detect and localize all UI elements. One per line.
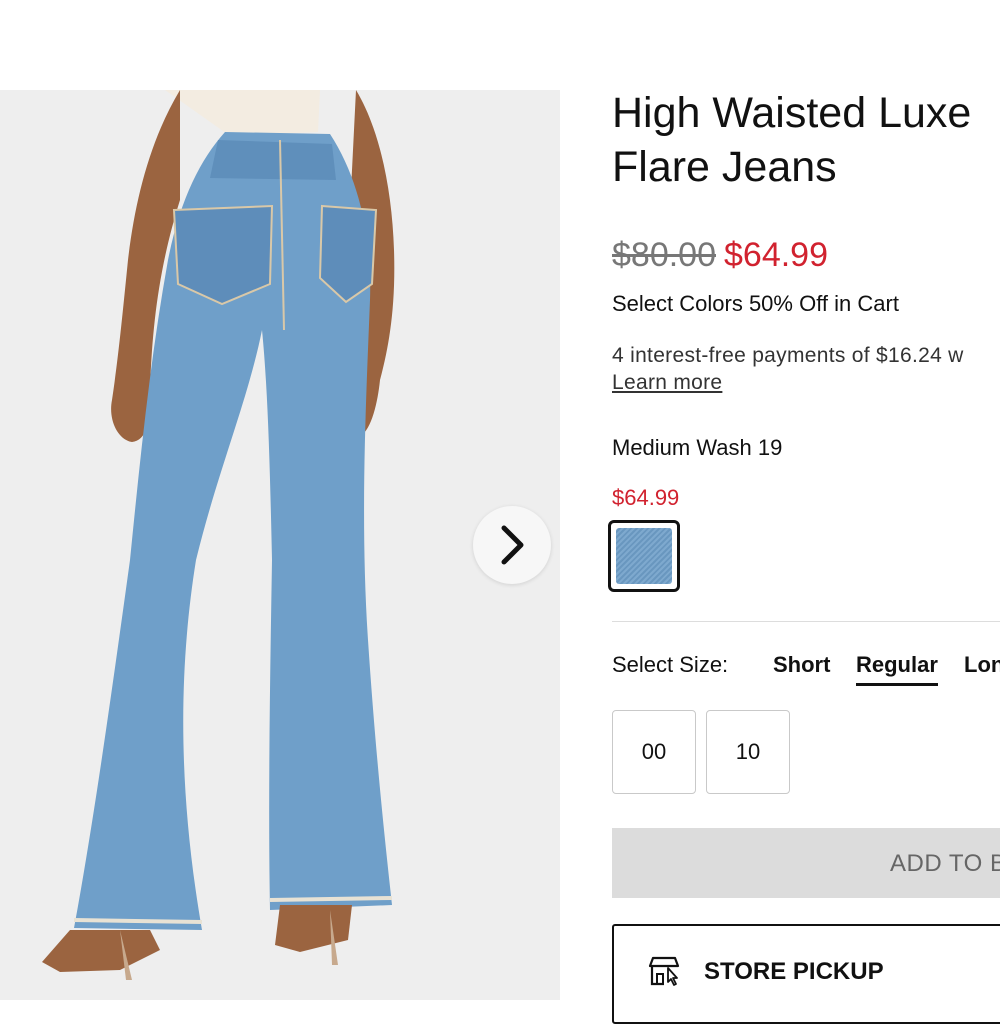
size-fit-row: Select Size: Short Regular Lon	[612, 652, 1000, 686]
product-title: High Waisted Luxe Flare Jeans	[612, 86, 1000, 194]
original-price: $80.00	[612, 236, 716, 274]
price-row: $80.00 $64.99	[612, 236, 828, 275]
next-image-button[interactable]	[473, 506, 551, 584]
product-title-line1: High Waisted Luxe	[612, 89, 972, 137]
sale-price: $64.99	[724, 236, 828, 274]
learn-more-link[interactable]: Learn more	[612, 371, 722, 395]
color-swatch-medium-wash[interactable]	[608, 520, 680, 592]
promo-text: Select Colors 50% Off in Cart	[612, 291, 899, 316]
store-pickup-icon	[648, 956, 680, 986]
store-pickup-button[interactable]: STORE PICKUP	[612, 924, 1000, 1024]
fit-tab-regular[interactable]: Regular	[856, 652, 938, 686]
product-info: High Waisted Luxe Flare Jeans $80.00 $64.…	[608, 0, 1000, 1024]
add-to-bag-label: ADD TO B	[890, 850, 1000, 877]
size-button-00[interactable]: 00	[612, 710, 696, 794]
add-to-bag-button[interactable]: ADD TO B	[612, 828, 1000, 898]
color-name: Medium Wash 19	[612, 435, 783, 460]
select-size-label: Select Size:	[612, 652, 729, 677]
fit-tab-short[interactable]: Short	[773, 652, 830, 678]
color-price: $64.99	[612, 485, 680, 510]
installments-text: 4 interest-free payments of $16.24 w	[612, 344, 964, 367]
size-button-10[interactable]: 10	[706, 710, 790, 794]
product-title-line2: Flare Jeans	[612, 143, 837, 191]
divider	[612, 621, 1000, 622]
fit-tab-long[interactable]: Lon	[964, 652, 1000, 678]
swatch-fill	[616, 528, 672, 584]
store-pickup-label: STORE PICKUP	[704, 958, 884, 985]
chevron-right-icon	[501, 525, 524, 565]
